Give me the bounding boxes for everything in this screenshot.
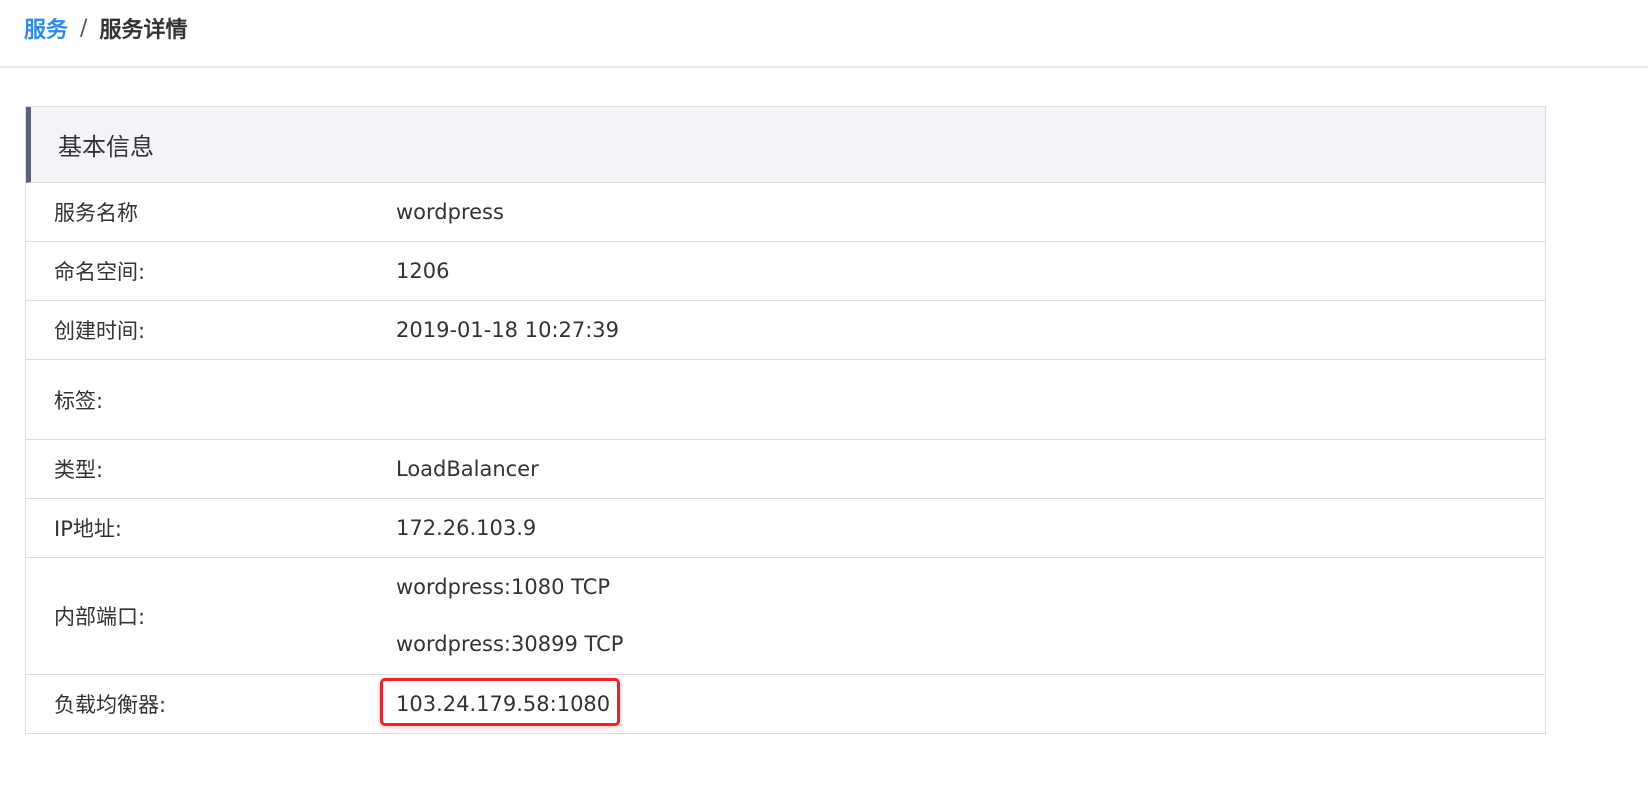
row-label: 负载均衡器: xyxy=(54,693,167,717)
breadcrumb-current: 服务详情 xyxy=(99,18,188,43)
row-label: 标签: xyxy=(54,388,104,413)
highlight-annotation-box xyxy=(380,678,620,726)
header-divider xyxy=(0,66,1648,68)
row-label: 命名空间: xyxy=(54,260,146,284)
panel-title: 基本信息 xyxy=(26,107,1545,183)
row-ip-address: IP地址: 172.26.103.9 xyxy=(26,499,1545,558)
row-value: wordpress xyxy=(396,200,504,224)
row-value: 1206 xyxy=(396,259,450,283)
basic-info-panel: 基本信息 服务名称 wordpress 命名空间: 1206 创建时间: 201… xyxy=(25,106,1546,734)
row-type: 类型: LoadBalancer xyxy=(26,440,1545,499)
row-label: 服务名称 xyxy=(54,201,138,225)
port-item: wordpress:1080 TCP xyxy=(396,575,611,599)
row-value: 2019-01-18 10:27:39 xyxy=(396,318,620,342)
breadcrumb-link-services[interactable]: 服务 xyxy=(24,12,68,44)
row-label: IP地址: xyxy=(54,517,122,541)
port-item: wordpress:30899 TCP xyxy=(396,632,624,656)
row-label: 创建时间: xyxy=(54,319,146,343)
breadcrumb-separator: / xyxy=(80,15,88,41)
row-internal-ports: 内部端口: wordpress:1080 TCP wordpress:30899… xyxy=(26,558,1545,675)
breadcrumb: 服务 / 服务详情 xyxy=(24,12,187,44)
row-label: 内部端口: xyxy=(54,605,146,629)
row-namespace: 命名空间: 1206 xyxy=(26,242,1545,301)
row-created-time: 创建时间: 2019-01-18 10:27:39 xyxy=(26,301,1545,360)
row-labels: 标签: xyxy=(26,360,1545,440)
row-value: 172.26.103.9 xyxy=(396,516,537,540)
row-load-balancer: 负载均衡器: 103.24.179.58:1080 xyxy=(26,675,1545,733)
port-list: wordpress:1080 TCP wordpress:30899 TCP xyxy=(396,573,1545,659)
row-value: LoadBalancer xyxy=(396,457,539,481)
row-service-name: 服务名称 wordpress xyxy=(26,183,1545,242)
row-label: 类型: xyxy=(54,458,104,482)
